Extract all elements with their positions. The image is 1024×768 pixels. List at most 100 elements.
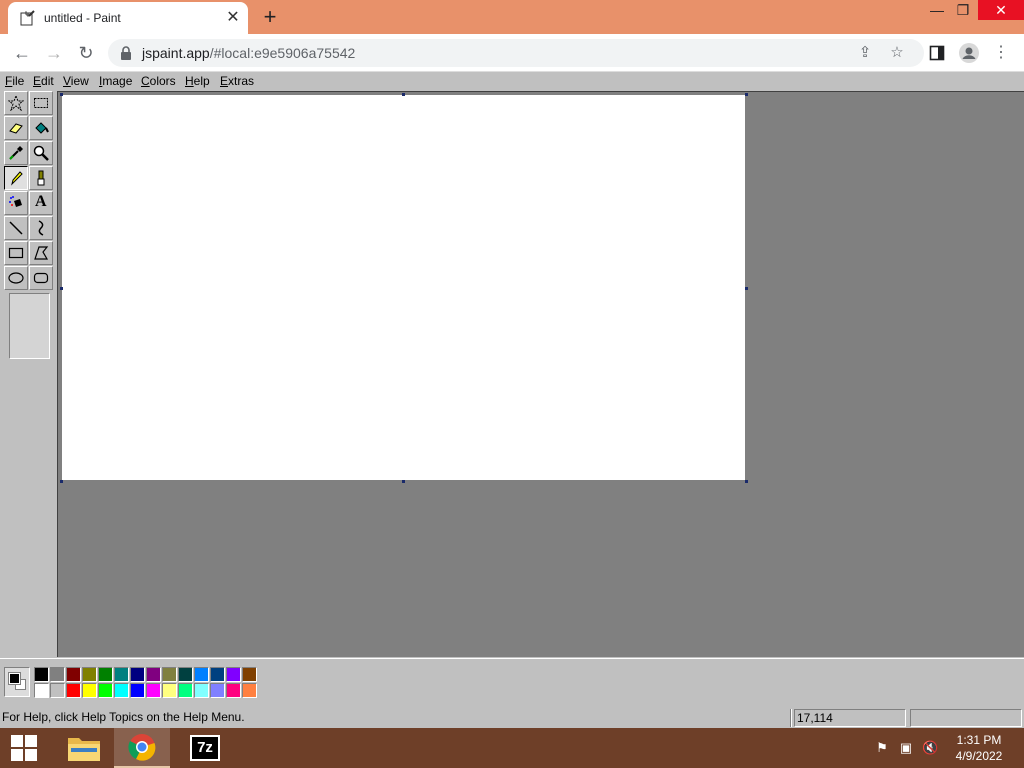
palette-swatch[interactable] <box>194 667 209 682</box>
resize-handle-bottom[interactable] <box>402 480 405 483</box>
menu-help[interactable]: Help <box>185 74 210 88</box>
7zip-label: 7z <box>197 739 213 756</box>
palette-swatch[interactable] <box>82 667 97 682</box>
palette-swatch[interactable] <box>114 667 129 682</box>
rectangle-tool[interactable] <box>4 241 28 265</box>
palette-swatch[interactable] <box>210 667 225 682</box>
restore-button[interactable]: ❐ <box>948 0 978 20</box>
status-cursor-position: 17,114 <box>794 709 906 727</box>
tool-options-panel[interactable] <box>9 293 50 359</box>
palette-swatch[interactable] <box>66 667 81 682</box>
clock-date: 4/9/2022 <box>955 749 1003 763</box>
brush-tool[interactable] <box>29 166 53 190</box>
palette-swatch[interactable] <box>210 683 225 698</box>
more-menu-icon[interactable]: ⋮ <box>990 42 1012 64</box>
status-help-text: For Help, click Help Topics on the Help … <box>2 710 245 724</box>
pencil-icon <box>11 171 23 186</box>
palette-swatch[interactable] <box>242 683 257 698</box>
menu-edit[interactable]: Edit <box>33 74 54 88</box>
magnifier-tool[interactable] <box>29 141 53 165</box>
curve-tool[interactable] <box>29 216 53 240</box>
palette-swatch[interactable] <box>114 683 129 698</box>
pick-color-tool[interactable] <box>4 141 28 165</box>
canvas-area <box>57 91 1024 657</box>
pencil-tool[interactable] <box>4 166 28 190</box>
palette-swatch[interactable] <box>162 683 177 698</box>
status-bar: For Help, click Help Topics on the Help … <box>0 707 1024 728</box>
palette-swatch[interactable] <box>226 667 241 682</box>
brush-icon <box>37 170 45 186</box>
rect-select-tool[interactable] <box>29 91 53 115</box>
palette-swatch[interactable] <box>98 667 113 682</box>
palette-swatch[interactable] <box>178 683 193 698</box>
line-tool[interactable] <box>4 216 28 240</box>
ellipse-icon <box>8 272 24 284</box>
taskbar-file-explorer[interactable] <box>56 728 112 768</box>
chrome-icon <box>128 734 156 761</box>
palette-swatch[interactable] <box>34 667 49 682</box>
taskbar: 7z ⚑ ▣ 🔇 1:31 PM 4/9/2022 <box>0 728 1024 768</box>
resize-handle-right[interactable] <box>745 287 748 290</box>
palette-swatch[interactable] <box>82 683 97 698</box>
menu-image[interactable]: Image <box>99 74 132 88</box>
resize-handle-bottom-left <box>60 480 63 483</box>
free-form-select-tool[interactable] <box>4 91 28 115</box>
rounded-rectangle-tool[interactable] <box>29 266 53 290</box>
current-colors[interactable] <box>4 667 30 697</box>
side-panel-icon[interactable] <box>926 42 948 64</box>
palette-swatch[interactable] <box>130 683 145 698</box>
forward-arrow-icon[interactable]: → <box>42 41 66 65</box>
palette-swatch[interactable] <box>130 667 145 682</box>
drawing-canvas[interactable] <box>62 95 745 480</box>
reload-icon[interactable]: ↻ <box>74 41 98 65</box>
url-text: jspaint.app/#local:e9e5906a75542 <box>142 45 355 61</box>
fill-tool[interactable] <box>29 116 53 140</box>
network-icon[interactable]: ▣ <box>898 740 914 756</box>
address-bar[interactable]: jspaint.app/#local:e9e5906a75542 ⇪ ☆ <box>108 39 924 67</box>
status-divider <box>790 709 792 727</box>
palette-swatch[interactable] <box>178 667 193 682</box>
tab-close-icon[interactable]: ✕ <box>224 9 242 27</box>
curve-icon <box>38 220 44 236</box>
ellipse-tool[interactable] <box>4 266 28 290</box>
palette-swatch[interactable] <box>226 683 241 698</box>
new-tab-button[interactable]: + <box>258 5 282 29</box>
palette-swatch[interactable] <box>50 667 65 682</box>
taskbar-7zip[interactable]: 7z <box>176 728 232 768</box>
airbrush-tool[interactable] <box>4 191 28 215</box>
start-button[interactable] <box>0 728 48 768</box>
close-window-button[interactable]: ✕ <box>978 0 1024 20</box>
palette-swatch[interactable] <box>242 667 257 682</box>
palette-swatch[interactable] <box>34 683 49 698</box>
profile-icon[interactable] <box>958 42 980 64</box>
browser-toolbar: ← → ↻ jspaint.app/#local:e9e5906a75542 ⇪… <box>0 34 1024 72</box>
menu-colors[interactable]: Colors <box>141 74 176 88</box>
palette-swatch[interactable] <box>50 683 65 698</box>
clock-time: 1:31 PM <box>956 733 1002 747</box>
polygon-tool[interactable] <box>29 241 53 265</box>
menu-extras[interactable]: Extras <box>220 74 254 88</box>
back-arrow-icon[interactable]: ← <box>10 41 34 65</box>
resize-handle-bottom-right[interactable] <box>745 480 748 483</box>
menu-view[interactable]: View <box>63 74 89 88</box>
folder-icon <box>68 738 100 761</box>
eyedropper-icon <box>9 146 23 160</box>
menu-file[interactable]: File <box>5 74 24 88</box>
action-center-flag-icon[interactable]: ⚑ <box>874 740 890 756</box>
eraser-tool[interactable] <box>4 116 28 140</box>
color-box <box>0 658 1024 704</box>
volume-muted-icon[interactable]: 🔇 <box>922 740 938 756</box>
browser-tab[interactable]: untitled - Paint ✕ <box>8 2 248 34</box>
palette-swatch[interactable] <box>146 667 161 682</box>
palette-swatch[interactable] <box>194 683 209 698</box>
share-icon[interactable]: ⇪ <box>856 44 874 62</box>
system-clock[interactable]: 1:31 PM 4/9/2022 <box>946 732 1012 764</box>
palette-swatch[interactable] <box>146 683 161 698</box>
resize-handle-top <box>402 93 405 96</box>
bookmark-star-icon[interactable]: ☆ <box>888 44 906 62</box>
palette-swatch[interactable] <box>162 667 177 682</box>
palette-swatch[interactable] <box>66 683 81 698</box>
taskbar-chrome[interactable] <box>114 728 170 768</box>
palette-swatch[interactable] <box>98 683 113 698</box>
text-tool[interactable]: A <box>29 191 53 215</box>
